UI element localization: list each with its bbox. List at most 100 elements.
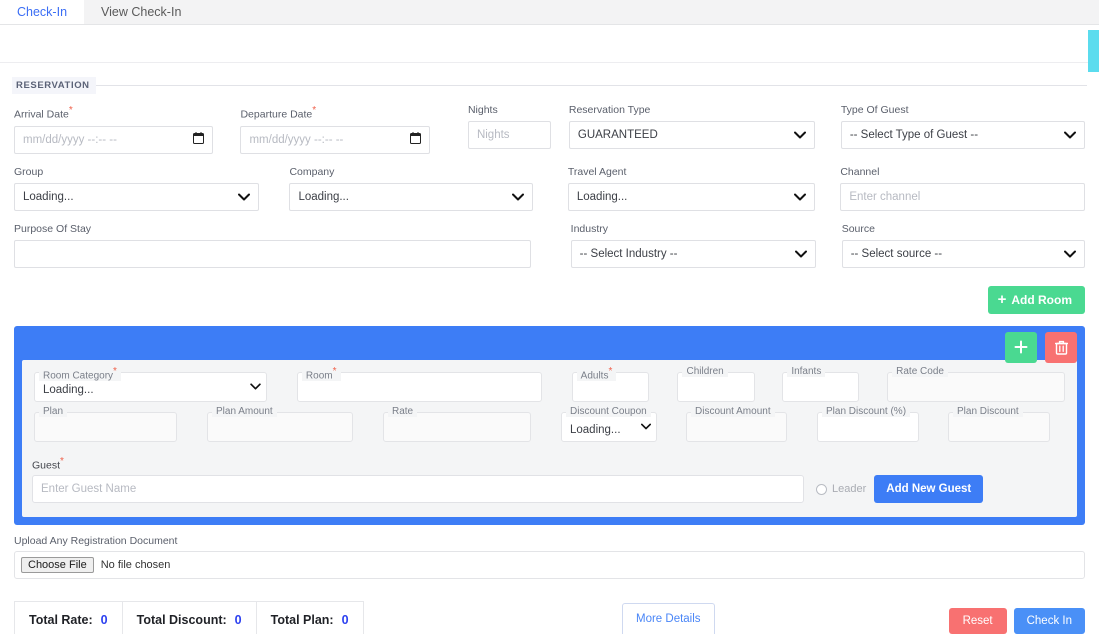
total-plan-cell: Total Plan: 0 [257,602,363,634]
field-source: Source [840,223,1087,268]
departure-date-label: Departure Date* [240,105,317,121]
add-new-guest-button[interactable]: Add New Guest [874,475,984,503]
page-scrollbar-thumb[interactable] [1088,30,1099,72]
add-room-row-button[interactable] [1005,331,1037,363]
adults-label: Adults* [576,365,617,381]
trash-icon [1054,340,1068,355]
delete-room-row-button[interactable] [1045,331,1077,363]
departure-date-input[interactable] [240,125,431,154]
required-marker: * [68,105,73,116]
tab-check-in[interactable]: Check-In [0,0,85,24]
channel-input[interactable] [840,182,1085,211]
industry-select[interactable] [570,239,816,268]
check-in-button[interactable]: Check In [1013,608,1085,634]
plan-label: Plan [39,405,68,417]
total-plan-label: Total Plan: [270,612,334,627]
source-select[interactable] [841,239,1085,268]
reservation-legend-label: RESERVATION [12,77,96,94]
tab-view-check-in[interactable]: View Check-In [84,0,198,24]
field-discount-coupon: Discount Coupon [559,405,659,442]
rate-code-label: Rate Code [892,365,948,377]
field-rate-code: Rate Code [885,365,1067,402]
type-of-guest-select[interactable] [840,121,1086,149]
required-marker: * [608,365,613,377]
add-room-row: + Add Room [12,268,1087,314]
travel-agent-label: Travel Agent [567,165,627,178]
infants-label: Infants [787,365,826,377]
arrival-date-input[interactable] [14,125,213,154]
reset-button[interactable]: Reset [948,608,1007,634]
company-label: Company [289,165,335,178]
add-room-button[interactable]: + Add Room [987,285,1085,314]
plus-icon: + [997,290,1007,308]
reservation-row-3: Purpose Of Stay Industry Source [12,223,1087,268]
field-industry: Industry [569,223,818,268]
children-label: Children [682,365,728,377]
arrival-date-wrap [14,125,213,154]
field-plan-discount-pct: Plan Discount (%) [815,405,921,442]
group-select[interactable] [14,182,259,211]
industry-wrap [570,239,816,268]
required-marker: * [312,105,317,116]
industry-label: Industry [570,222,609,235]
room-panel-inner: Room Category* Room* Adults* [22,359,1077,517]
required-marker: * [332,365,337,377]
field-nights: Nights [466,104,553,149]
leader-radio-wrap[interactable]: Leader [816,483,866,495]
field-plan-discount: Plan Discount [946,405,1052,442]
room-panel-actions [1005,331,1077,363]
required-marker: * [60,455,64,467]
field-discount-amount: Discount Amount [684,405,789,442]
more-details-tab[interactable]: More Details [622,603,715,634]
file-status-text: No file chosen [100,559,171,571]
upload-file-row[interactable]: Choose File No file chosen [14,551,1085,579]
guest-label: Guest* [32,455,64,472]
more-details-label: More Details [636,613,701,625]
discount-coupon-label: Discount Coupon [566,405,651,417]
purpose-of-stay-label: Purpose Of Stay [14,222,92,235]
tab-view-check-in-label: View Check-In [101,5,182,19]
field-plan-amount: Plan Amount [205,405,355,442]
type-of-guest-wrap [840,121,1086,149]
channel-label: Channel [840,165,880,178]
add-room-label: Add Room [1011,292,1072,307]
nights-input[interactable] [467,121,551,149]
reservation-type-select[interactable] [568,121,816,149]
plan-discount-pct-label: Plan Discount (%) [822,405,911,417]
travel-agent-select[interactable] [567,182,815,211]
guest-input-wrap [32,475,804,503]
field-arrival-date: Arrival Date* [12,104,215,154]
upload-label: Upload Any Registration Document [14,535,178,547]
check-in-label: Check In [1026,615,1072,627]
room-label: Room* [301,365,341,381]
total-rate-value: 0 [100,612,108,627]
total-rate-label: Total Rate: [29,612,93,627]
reservation-row-2: Group Company Travel Agent [12,166,1087,211]
field-room: Room* [295,365,544,402]
field-infants: Infants [780,365,861,402]
field-type-of-guest: Type Of Guest [839,104,1087,149]
purpose-of-stay-input[interactable] [14,239,532,268]
plan-amount-label: Plan Amount [212,405,277,417]
field-travel-agent: Travel Agent [566,166,817,211]
total-discount-cell: Total Discount: 0 [123,602,257,634]
guest-name-input[interactable] [32,475,804,503]
page-scrollbar-track[interactable] [1088,25,1099,634]
company-select[interactable] [289,182,534,211]
footer-bar: Total Rate: 0 Total Discount: 0 Total Pl… [14,601,1085,634]
field-channel: Channel [838,166,1087,211]
room-row-1: Room Category* Room* Adults* [32,365,1067,402]
choose-file-button[interactable]: Choose File [21,557,94,573]
field-rate: Rate [381,405,533,442]
page-content: RESERVATION Arrival Date* Departure Date… [0,63,1099,634]
arrival-date-label: Arrival Date* [14,105,73,121]
footer-actions: Reset Check In [948,608,1085,634]
guest-row: Leader Add New Guest [32,475,1067,503]
field-room-category: Room Category* [32,365,269,402]
field-company: Company [287,166,535,211]
total-plan-value: 0 [341,612,349,627]
leader-radio[interactable] [816,483,827,495]
reset-label: Reset [962,615,993,627]
reservation-legend: RESERVATION [12,63,1087,100]
company-wrap [289,182,534,211]
